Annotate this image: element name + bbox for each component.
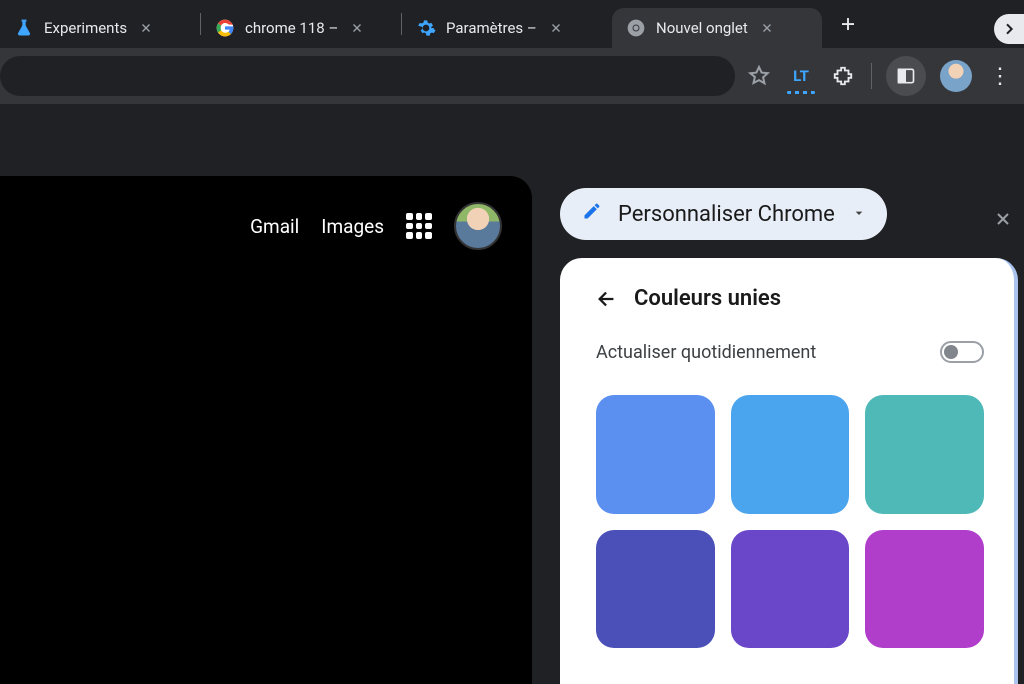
gear-icon: [416, 18, 436, 38]
close-panel-button[interactable]: [988, 204, 1018, 234]
daily-refresh-label: Actualiser quotidiennement: [596, 342, 816, 363]
star-icon[interactable]: [745, 62, 773, 90]
chrome-icon: [626, 18, 646, 38]
apps-grid-icon[interactable]: [406, 213, 432, 239]
google-icon: [215, 18, 235, 38]
color-swatch[interactable]: [731, 395, 850, 514]
tab-chrome118[interactable]: chrome 118 –: [201, 8, 401, 48]
tab-overflow-chevron[interactable]: [994, 14, 1024, 44]
color-swatch-grid: [596, 395, 984, 648]
pencil-icon: [582, 201, 602, 227]
tab-title: Nouvel onglet: [656, 19, 748, 37]
close-icon[interactable]: [348, 19, 366, 37]
content-area: Gmail Images Personnaliser Chrome Couleu…: [0, 104, 1024, 684]
tab-nouvel-onglet[interactable]: Nouvel onglet: [612, 8, 822, 48]
customize-panel: Couleurs unies Actualiser quotidiennemen…: [560, 258, 1018, 684]
side-panel-toggle[interactable]: [886, 56, 926, 96]
color-swatch[interactable]: [596, 530, 715, 649]
gmail-link[interactable]: Gmail: [250, 215, 299, 238]
color-swatch[interactable]: [596, 395, 715, 514]
tab-title: chrome 118 –: [245, 19, 338, 37]
customize-chrome-button[interactable]: Personnaliser Chrome: [560, 188, 887, 240]
account-avatar[interactable]: [454, 202, 502, 250]
close-icon[interactable]: [758, 19, 776, 37]
new-tab-page: Gmail Images: [0, 176, 532, 684]
toggle-knob: [944, 345, 958, 359]
extensions-icon[interactable]: [829, 62, 857, 90]
daily-refresh-toggle[interactable]: [940, 341, 984, 363]
color-swatch[interactable]: [865, 530, 984, 649]
tab-parametres[interactable]: Paramètres –: [402, 8, 612, 48]
languagetool-extension-icon[interactable]: LT: [787, 62, 815, 90]
color-swatch[interactable]: [865, 395, 984, 514]
tab-title: Experiments: [44, 19, 127, 37]
new-tab-button[interactable]: [830, 6, 866, 42]
color-swatch[interactable]: [731, 530, 850, 649]
tab-experiments[interactable]: Experiments: [0, 8, 200, 48]
toolbar: LT ⋮: [0, 48, 1024, 104]
close-icon[interactable]: [137, 19, 155, 37]
toolbar-separator: [871, 63, 872, 89]
profile-avatar[interactable]: [940, 60, 972, 92]
tab-title: Paramètres –: [446, 19, 537, 37]
flask-icon: [14, 18, 34, 38]
customize-label: Personnaliser Chrome: [618, 202, 835, 227]
back-arrow-icon[interactable]: [596, 288, 618, 310]
tab-strip: Experiments chrome 118 – Paramètres – No…: [0, 0, 1024, 48]
omnibox[interactable]: [0, 56, 735, 96]
panel-title: Couleurs unies: [634, 286, 781, 311]
kebab-menu-icon[interactable]: ⋮: [986, 62, 1014, 90]
images-link[interactable]: Images: [321, 215, 384, 238]
close-icon[interactable]: [547, 19, 565, 37]
chevron-down-icon: [851, 202, 867, 227]
